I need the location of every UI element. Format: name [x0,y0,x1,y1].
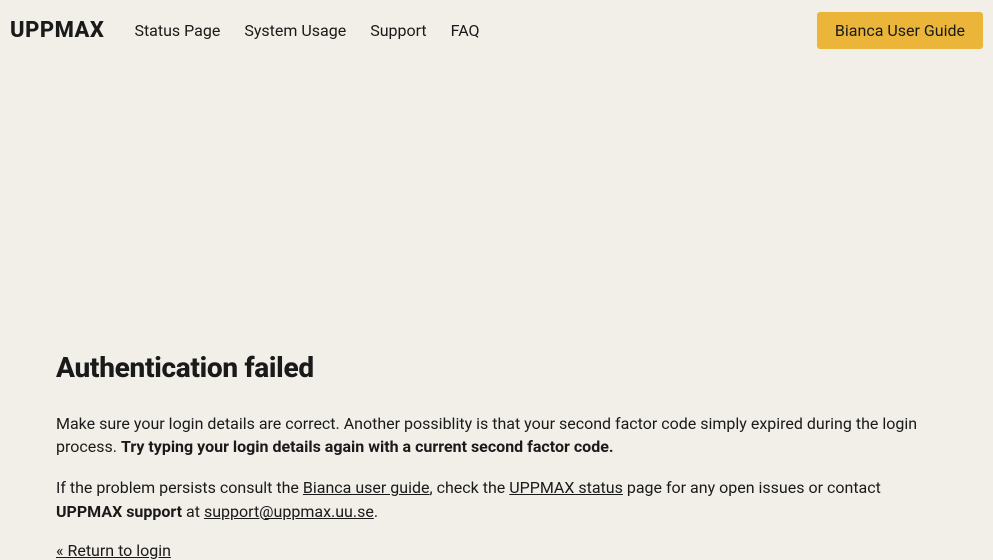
header: UPPMAX Status Page System Usage Support … [0,0,993,61]
nav-system-usage[interactable]: System Usage [244,21,346,40]
support-email-link[interactable]: support@uppmax.uu.se [204,502,374,521]
page-title: Authentication failed [56,351,937,384]
error-text-2e: . [374,502,378,521]
bianca-user-guide-link[interactable]: Bianca user guide [303,478,430,497]
uppmax-support-bold: UPPMAX support [56,502,182,521]
nav-faq[interactable]: FAQ [451,21,480,40]
nav-support[interactable]: Support [370,21,426,40]
error-paragraph-2: If the problem persists consult the Bian… [56,476,937,522]
error-text-2a: If the problem persists consult the [56,478,303,497]
bianca-user-guide-button[interactable]: Bianca User Guide [817,12,983,49]
uppmax-status-link[interactable]: UPPMAX status [509,478,623,497]
main-content: Authentication failed Make sure your log… [0,351,993,560]
error-text-2c: page for any open issues or contact [623,478,881,497]
error-text-2b: , check the [430,478,510,497]
error-text-bold-1: Try typing your login details again with… [121,437,614,456]
return-to-login-link[interactable]: « Return to login [56,541,171,560]
error-paragraph-1: Make sure your login details are correct… [56,412,937,458]
nav-status-page[interactable]: Status Page [134,21,220,40]
logo: UPPMAX [10,18,104,43]
error-text-2d: at [182,502,204,521]
